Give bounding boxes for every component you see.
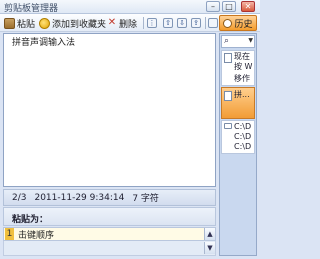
clip-position: 2/3: [12, 192, 27, 203]
paste-as-label: 粘贴为：: [12, 215, 49, 225]
paste-as-list-area: [3, 241, 216, 256]
delete-icon: ✕: [107, 16, 117, 28]
history-item-line: C:\D: [234, 132, 252, 141]
history-button-label: 历史: [234, 19, 253, 30]
search-icon: ⌕: [224, 36, 230, 46]
scroll-up-icon[interactable]: ▲: [204, 228, 215, 240]
close-button[interactable]: ✕: [241, 1, 255, 12]
chevron-down-icon[interactable]: ▼: [248, 37, 253, 44]
paste-as-header: 粘贴为：: [3, 207, 216, 226]
history-item-line: C:\D: [234, 122, 252, 131]
history-item-line: 移作: [234, 74, 250, 83]
history-item[interactable]: 现在 按 W 移作: [221, 50, 255, 86]
toolbar-separator: [205, 17, 206, 29]
drive-icon: [224, 123, 232, 129]
clip-char-count: 7 字符: [132, 194, 159, 204]
history-item-line: 现在: [234, 52, 250, 61]
add-to-favorites-label: 添加到收藏夹: [52, 19, 107, 30]
history-scrollbar[interactable]: [256, 49, 257, 254]
scroll-down-icon[interactable]: ▼: [204, 242, 215, 254]
history-item-line: 按 W: [234, 62, 253, 71]
paste-button-label: 粘贴: [17, 19, 36, 30]
history-item-line: 拼...: [234, 90, 250, 99]
move-top-button[interactable]: ⇪: [190, 16, 202, 30]
paste-as-item-number: 1: [5, 228, 14, 240]
document-icon: [224, 91, 232, 101]
delete-button[interactable]: ✕ 删除: [106, 16, 138, 30]
document-icon: [224, 53, 232, 63]
window-title: 剪贴板管理器: [4, 4, 59, 14]
clip-content-area[interactable]: 拼音声调输入法: [3, 33, 216, 187]
title-bar: 剪贴板管理器 – □ ✕: [0, 0, 260, 14]
move-up-button[interactable]: ⇧: [162, 16, 174, 30]
clip-datetime: 2011-11-29 9:34:14: [34, 192, 125, 203]
arrow-down-icon: ⇩: [177, 18, 187, 28]
move-icon: ⋮: [147, 18, 157, 28]
toolbar: 粘贴 添加到收藏夹 ✕ 删除 ⋮ ⇧ ⇩ ⇪ 历史: [0, 14, 260, 32]
clip-content-text: 拼音声调输入法: [12, 38, 76, 48]
history-button[interactable]: 历史: [219, 15, 257, 31]
paste-button[interactable]: 粘贴: [3, 16, 36, 30]
star-icon: [39, 17, 50, 29]
move-button[interactable]: ⋮: [146, 16, 158, 30]
arrow-top-icon: ⇪: [191, 18, 201, 28]
history-search-box[interactable]: ⌕ ▼: [221, 35, 255, 48]
document-icon: [208, 18, 218, 28]
move-down-button[interactable]: ⇩: [176, 16, 188, 30]
history-item[interactable]: C:\D C:\D C:\D: [221, 120, 255, 154]
add-to-favorites-button[interactable]: 添加到收藏夹: [38, 16, 107, 30]
paste-as-item-label: 击键顺序: [18, 230, 55, 241]
arrow-up-icon: ⇧: [163, 18, 173, 28]
status-bar: 2/3 2011-11-29 9:34:14 7 字符: [3, 189, 216, 206]
delete-button-label: 删除: [119, 19, 138, 30]
minimize-button[interactable]: –: [206, 1, 220, 12]
clipboard-icon: [4, 17, 15, 29]
paste-as-item[interactable]: 1 击键顺序: [3, 227, 216, 241]
toolbar-separator: [143, 17, 144, 29]
maximize-button[interactable]: □: [222, 1, 236, 12]
document-button[interactable]: [207, 16, 219, 30]
history-item-selected[interactable]: 拼...: [221, 87, 255, 119]
clock-icon: [223, 18, 233, 28]
history-item-line: C:\D: [234, 142, 252, 151]
history-panel: ⌕ ▼ 现在 按 W 移作 拼... C:\D C:\D C:\D: [219, 33, 257, 256]
